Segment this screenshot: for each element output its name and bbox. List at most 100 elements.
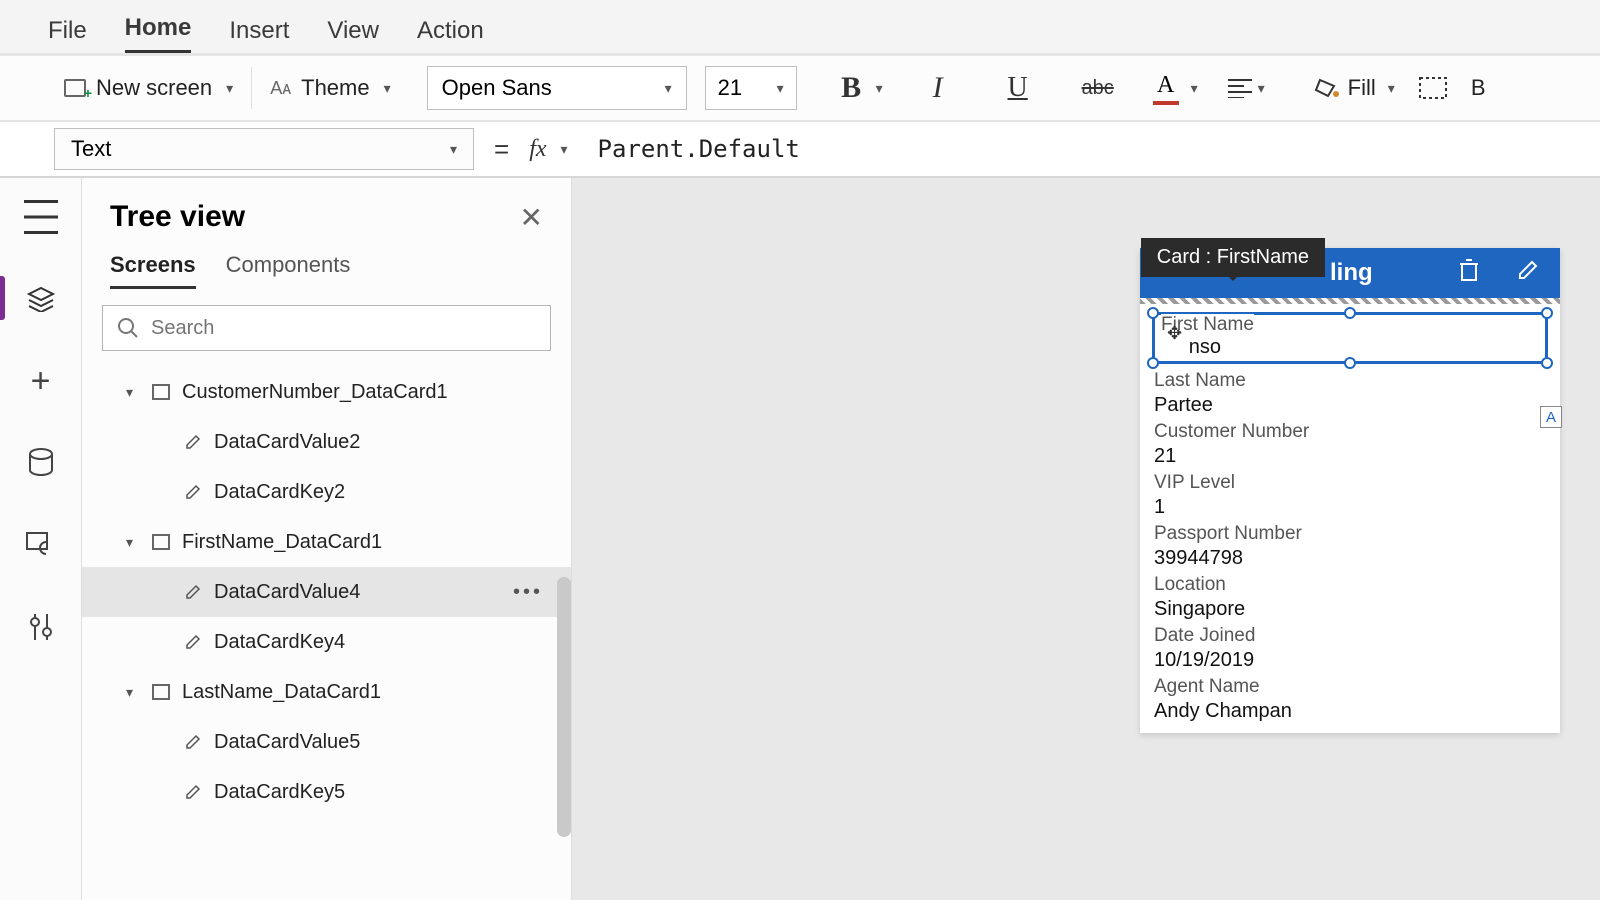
border-label-fragment: B (1471, 75, 1486, 101)
border-button[interactable] (1419, 77, 1447, 99)
tree-view-panel: Tree view ✕ Screens Components ▾Customer… (82, 178, 572, 900)
text-input-icon (184, 483, 202, 501)
form-field[interactable]: Date Joined10/19/2019 (1154, 625, 1546, 672)
chevron-down-icon: ▾ (450, 141, 457, 158)
tree-control-node[interactable]: DataCardKey4 (82, 617, 571, 667)
font-size-value: 21 (718, 75, 742, 101)
data-icon[interactable] (24, 446, 58, 480)
tree-control-node[interactable]: DataCardValue2 (82, 417, 571, 467)
form-field[interactable]: First Name✥ nso (1152, 312, 1548, 364)
form-card-icon (152, 534, 170, 550)
tree-node-label: DataCardKey4 (214, 631, 345, 654)
caret-down-icon: ▾ (126, 534, 140, 551)
edit-icon[interactable] (1516, 258, 1540, 289)
field-value: 21 (1154, 445, 1546, 468)
tree-view-title: Tree view (110, 200, 245, 234)
text-input-icon (184, 583, 202, 601)
italic-button[interactable]: I (913, 71, 963, 105)
left-rail: + (0, 178, 82, 900)
tree-search[interactable] (102, 305, 551, 351)
font-color-button[interactable]: A (1153, 72, 1179, 105)
menu-action[interactable]: Action (417, 17, 484, 53)
selection-tooltip: Card : FirstName (1141, 238, 1325, 277)
add-icon[interactable]: + (24, 364, 58, 398)
tree-node-label: DataCardKey5 (214, 781, 345, 804)
media-icon[interactable] (24, 528, 58, 562)
form-field[interactable]: Last NamePartee (1154, 370, 1546, 417)
tree-control-node[interactable]: DataCardValue5 (82, 717, 571, 767)
bold-button[interactable]: B▾ (833, 71, 883, 105)
tree-control-node[interactable]: DataCardKey5 (82, 767, 571, 817)
fill-label: Fill (1348, 75, 1376, 101)
menu-view[interactable]: View (327, 17, 379, 53)
chevron-down-icon: ▾ (1388, 80, 1395, 97)
field-label: Customer Number (1154, 421, 1546, 443)
font-family-value: Open Sans (442, 75, 552, 101)
tree-control-node[interactable]: DataCardKey2 (82, 467, 571, 517)
hamburger-icon[interactable] (24, 200, 58, 234)
caret-down-icon: ▾ (126, 684, 140, 701)
close-icon[interactable]: ✕ (520, 201, 543, 234)
tree-node-label: DataCardKey2 (214, 481, 345, 504)
menu-home[interactable]: Home (125, 14, 192, 53)
field-label: Date Joined (1154, 625, 1546, 647)
tab-components[interactable]: Components (226, 252, 351, 289)
tab-screens[interactable]: Screens (110, 252, 196, 289)
chevron-down-icon[interactable]: ▾ (1191, 80, 1198, 97)
form-field[interactable]: Passport Number39944798 (1154, 523, 1546, 570)
formula-bar: Text ▾ = fx ▾ (0, 122, 1600, 178)
tree-node-label: FirstName_DataCard1 (182, 531, 382, 554)
field-value: Andy Champan (1154, 700, 1546, 723)
scrollbar-thumb[interactable] (557, 577, 571, 837)
field-label: Agent Name (1154, 676, 1546, 698)
advanced-tools-icon[interactable] (24, 610, 58, 644)
theme-button[interactable]: Aᴀ Theme ▾ (270, 75, 390, 101)
chevron-down-icon: ▾ (384, 80, 391, 97)
tree-datacard-node[interactable]: ▾CustomerNumber_DataCard1 (82, 367, 571, 417)
more-options-icon[interactable]: ••• (513, 581, 543, 604)
field-label: Last Name (1154, 370, 1546, 392)
menu-insert[interactable]: Insert (229, 17, 289, 53)
search-input[interactable] (151, 317, 536, 340)
tree-datacard-node[interactable]: ▾ FirstName_DataCard1 (82, 517, 571, 567)
form-field[interactable]: VIP Level1 (1154, 472, 1546, 519)
screen-add-icon (64, 79, 86, 97)
paint-bucket-icon (1314, 76, 1340, 100)
move-cursor-icon: ✥ (1167, 323, 1182, 344)
form-title-fragment: ling (1330, 259, 1373, 287)
strikethrough-button[interactable]: abc (1073, 77, 1123, 100)
field-value: Partee (1154, 394, 1546, 417)
align-button[interactable]: ▾ (1228, 78, 1278, 98)
canvas[interactable]: Card : FirstName ling A First Name✥ nso L… (572, 178, 1600, 900)
chevron-down-icon: ▾ (561, 141, 568, 158)
underline-button[interactable]: U (993, 72, 1043, 104)
tree-control-node[interactable]: DataCardValue4••• (82, 567, 571, 617)
text-indicator-badge: A (1540, 406, 1562, 428)
form-field[interactable]: LocationSingapore (1154, 574, 1546, 621)
text-input-icon (184, 783, 202, 801)
tree-node-label: LastName_DataCard1 (182, 681, 381, 704)
delete-icon[interactable] (1458, 258, 1480, 289)
formula-input[interactable] (588, 128, 1600, 170)
workspace: + Tree view ✕ Screens Components ▾Custom… (0, 178, 1600, 900)
new-screen-button[interactable]: New screen ▾ (64, 75, 233, 101)
form-field[interactable]: Customer Number21 (1154, 421, 1546, 468)
menu-bar: File Home Insert View Action (0, 0, 1600, 56)
theme-label: Theme (301, 75, 369, 101)
field-label: VIP Level (1154, 472, 1546, 494)
fill-button[interactable]: Fill ▾ (1314, 75, 1395, 101)
field-value: Singapore (1154, 598, 1546, 621)
property-value: Text (71, 136, 111, 162)
tree-view-icon[interactable] (24, 282, 58, 316)
text-input-icon (184, 733, 202, 751)
fx-button[interactable]: fx ▾ (529, 136, 567, 163)
property-select[interactable]: Text ▾ (54, 128, 474, 170)
form-field[interactable]: Agent NameAndy Champan (1154, 676, 1546, 723)
menu-file[interactable]: File (48, 17, 87, 53)
tree-list: ▾CustomerNumber_DataCard1DataCardValue2 D… (82, 367, 571, 900)
fx-icon: fx (529, 136, 546, 163)
theme-icon: Aᴀ (270, 78, 291, 99)
font-size-select[interactable]: 21 ▾ (705, 66, 797, 110)
tree-datacard-node[interactable]: ▾ LastName_DataCard1 (82, 667, 571, 717)
font-family-select[interactable]: Open Sans ▾ (427, 66, 687, 110)
